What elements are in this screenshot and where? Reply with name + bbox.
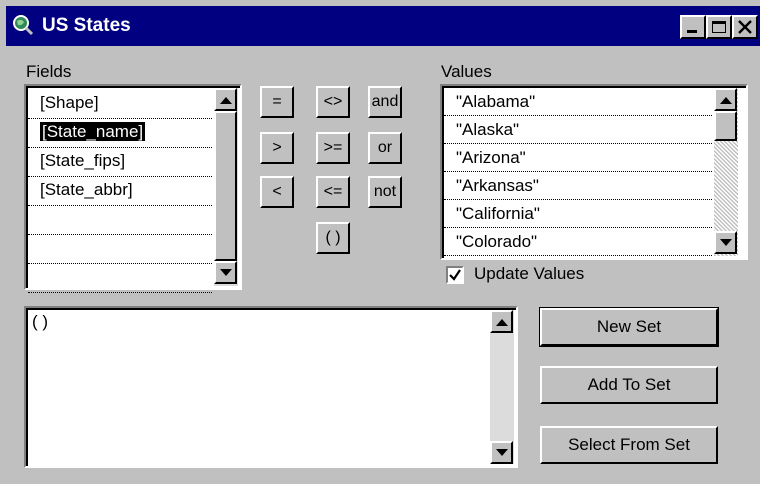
checkmark-icon [449,269,461,281]
field-list-item[interactable]: [State_fips] [28,146,212,177]
values-listbox[interactable]: "Alabama" "Alaska" "Arizona" "Arkansas" "Cal… [440,84,748,260]
value-list-item[interactable]: "Alabama" [444,88,712,116]
globe-magnifier-icon [13,15,34,36]
field-list-item-label: [Shape] [40,93,99,112]
values-scroll-thumb[interactable] [714,111,737,141]
close-icon [738,20,752,34]
field-list-item-label: [State_abbr] [40,180,133,199]
operator-less-than-button[interactable]: < [260,176,294,208]
operator-or-button[interactable]: or [368,132,402,164]
close-button[interactable] [732,15,758,39]
update-values-checkbox[interactable] [446,266,464,284]
arrow-up-icon [220,97,232,104]
arrow-down-icon [220,269,232,276]
minimize-button[interactable] [680,15,706,39]
fields-scroll-thumb[interactable] [214,111,237,261]
value-list-item-label: "Colorado" [456,232,538,251]
arrow-up-icon [496,319,508,326]
value-list-item[interactable]: "Alaska" [444,116,712,144]
field-list-item[interactable]: [State_abbr] [28,175,212,206]
operator-and-button[interactable]: and [368,86,402,118]
add-to-set-button[interactable]: Add To Set [540,366,718,404]
operator-parentheses-button[interactable]: ( ) [316,222,350,254]
arrow-up-icon [720,97,732,104]
expression-textarea[interactable]: ( ) [24,306,518,468]
arrow-down-icon [496,449,508,456]
field-list-item[interactable]: [State_name] [28,117,212,148]
values-scroll-up-button[interactable] [714,88,737,111]
minimize-icon [687,30,697,33]
values-label: Values [441,62,492,81]
fields-scroll-down-button[interactable] [214,261,237,284]
operator-greater-equal-button[interactable]: >= [316,132,350,164]
value-list-item-label: "Arkansas" [456,176,539,195]
fields-listbox[interactable]: [Shape] [State_name] [State_fips] [State_ab… [24,84,242,293]
fields-scrollbar[interactable] [214,88,238,286]
field-list-item[interactable] [28,262,212,293]
value-list-item[interactable]: "Colorado" [444,228,712,256]
operator-greater-than-button[interactable]: > [260,132,294,164]
values-scroll-down-button[interactable] [714,231,737,254]
operator-not-button[interactable]: not [368,176,402,208]
field-list-item[interactable] [28,204,212,235]
expression-scroll-down-button[interactable] [490,441,513,464]
operator-not-equals-button[interactable]: <> [316,86,350,118]
operator-less-equal-button[interactable]: <= [316,176,350,208]
field-list-item-label: [State_fips] [40,151,126,170]
value-list-item-label: "Alabama" [456,92,536,111]
values-scrollbar[interactable] [714,88,738,256]
maximize-button[interactable] [706,15,732,39]
title-bar[interactable]: US States [6,6,760,46]
field-list-item-label: [State_name] [38,121,147,142]
query-builder-window: US States Fields [Shape] [State_name] [Sta… [0,0,760,484]
select-from-set-button[interactable]: Select From Set [540,426,718,464]
value-list-item-label: "Arizona" [456,148,526,167]
expression-text: ( ) [32,312,49,331]
field-list-item[interactable] [28,233,212,264]
value-list-item[interactable]: "Arkansas" [444,172,712,200]
expression-scrollbar[interactable] [490,310,514,464]
operator-equals-button[interactable]: = [260,86,294,118]
value-list-item-label: "Alaska" [456,120,520,139]
new-set-button[interactable]: New Set [539,307,719,347]
arrow-down-icon [720,239,732,246]
field-list-item[interactable]: [Shape] [28,88,212,119]
value-list-item-label: "California" [456,204,540,223]
value-list-item[interactable]: "Arizona" [444,144,712,172]
fields-scroll-up-button[interactable] [214,88,237,111]
update-values-label: Update Values [474,264,585,283]
maximize-icon [712,21,726,33]
window-title: US States [42,15,131,36]
expression-scroll-up-button[interactable] [490,310,513,333]
fields-label: Fields [26,62,72,81]
value-list-item[interactable]: "California" [444,200,712,228]
